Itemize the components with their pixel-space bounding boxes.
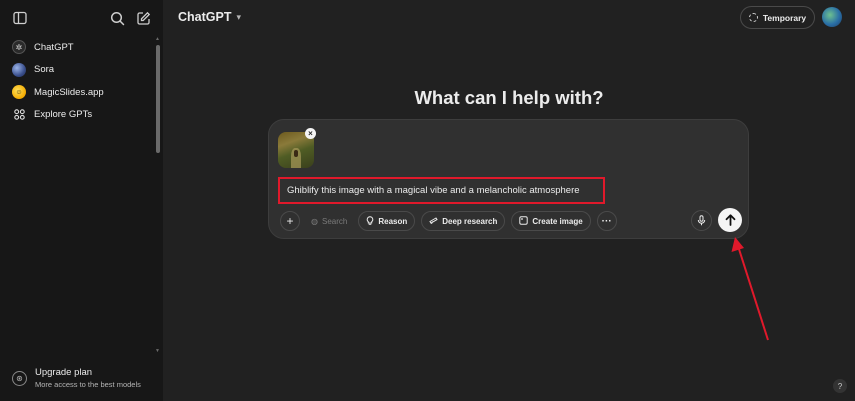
sidebar-item-sora[interactable]: Sora xyxy=(0,59,155,82)
new-chat-icon[interactable] xyxy=(134,9,152,27)
upgrade-plan-button[interactable]: ⊛ Upgrade plan More access to the best m… xyxy=(12,367,141,390)
sidebar-item-label: Explore GPTs xyxy=(34,109,93,121)
scroll-down-arrow-icon[interactable]: ▼ xyxy=(155,348,160,354)
sidebar-item-chatgpt[interactable]: ✲ ChatGPT xyxy=(0,36,155,59)
sidebar: ✲ ChatGPT Sora ☺ MagicSlides.app Explore… xyxy=(0,0,163,401)
toggle-sidebar-icon[interactable] xyxy=(11,9,29,27)
magicslides-icon: ☺ xyxy=(12,85,26,100)
create-image-button[interactable]: Create image xyxy=(511,211,591,231)
lightbulb-icon xyxy=(366,215,374,227)
globe-icon: ◍ xyxy=(311,216,318,226)
sidebar-item-explore-gpts[interactable]: Explore GPTs xyxy=(0,104,155,127)
composer: × Ghiblify this image with a magical vib… xyxy=(268,119,749,239)
reason-button[interactable]: Reason xyxy=(358,211,416,231)
sidebar-item-label: Sora xyxy=(34,64,55,76)
upgrade-text: Upgrade plan More access to the best mod… xyxy=(35,367,141,390)
composer-toolbar: + ◍ Search Reason Deep research Create i… xyxy=(280,211,623,231)
upgrade-icon: ⊛ xyxy=(12,371,27,386)
temporary-chat-button[interactable]: Temporary xyxy=(740,6,815,29)
temporary-chat-icon xyxy=(748,13,758,22)
remove-attachment-icon[interactable]: × xyxy=(305,128,316,139)
scroll-up-arrow-icon[interactable]: ▲ xyxy=(155,36,160,42)
scroll-thumb[interactable] xyxy=(155,45,160,153)
temporary-label: Temporary xyxy=(762,12,807,23)
sidebar-item-label: ChatGPT xyxy=(34,41,74,53)
help-button[interactable]: ? xyxy=(833,379,847,393)
add-attachment-button[interactable]: + xyxy=(280,211,300,231)
sidebar-scrollbar[interactable]: ▲ ▼ xyxy=(155,36,160,354)
avatar[interactable] xyxy=(822,7,842,27)
upgrade-subtitle: More access to the best models xyxy=(35,380,141,389)
microphone-button[interactable] xyxy=(691,210,712,231)
sora-icon xyxy=(12,62,26,77)
image-brush-icon xyxy=(519,215,529,227)
arrow-up-icon xyxy=(725,214,735,226)
deep-research-button[interactable]: Deep research xyxy=(421,211,506,231)
grid-icon xyxy=(12,108,26,122)
send-button[interactable] xyxy=(718,208,742,232)
sidebar-header xyxy=(0,0,163,36)
prompt-highlight-box: Ghiblify this image with a magical vibe … xyxy=(278,177,605,204)
sidebar-item-magicslides[interactable]: ☺ MagicSlides.app xyxy=(0,81,155,104)
upgrade-title: Upgrade plan xyxy=(35,367,93,378)
plus-icon: + xyxy=(286,214,294,228)
chatgpt-logo-icon: ✲ xyxy=(12,40,26,55)
sidebar-nav: ✲ ChatGPT Sora ☺ MagicSlides.app Explore… xyxy=(0,36,155,126)
chevron-down-icon: ▾ xyxy=(236,11,242,22)
model-name: ChatGPT xyxy=(178,10,232,24)
model-switcher[interactable]: ChatGPT ▾ xyxy=(178,10,241,24)
search-icon[interactable] xyxy=(108,9,126,27)
prompt-input[interactable]: Ghiblify this image with a magical vibe … xyxy=(287,185,580,196)
page-title: What can I help with? xyxy=(414,87,604,108)
telescope-icon xyxy=(429,216,438,226)
search-tool-button[interactable]: ◍ Search xyxy=(306,211,352,231)
more-horizontal-icon: ··· xyxy=(601,215,612,227)
sidebar-item-label: MagicSlides.app xyxy=(34,86,104,98)
more-tools-button[interactable]: ··· xyxy=(596,211,617,231)
microphone-icon xyxy=(697,215,706,226)
